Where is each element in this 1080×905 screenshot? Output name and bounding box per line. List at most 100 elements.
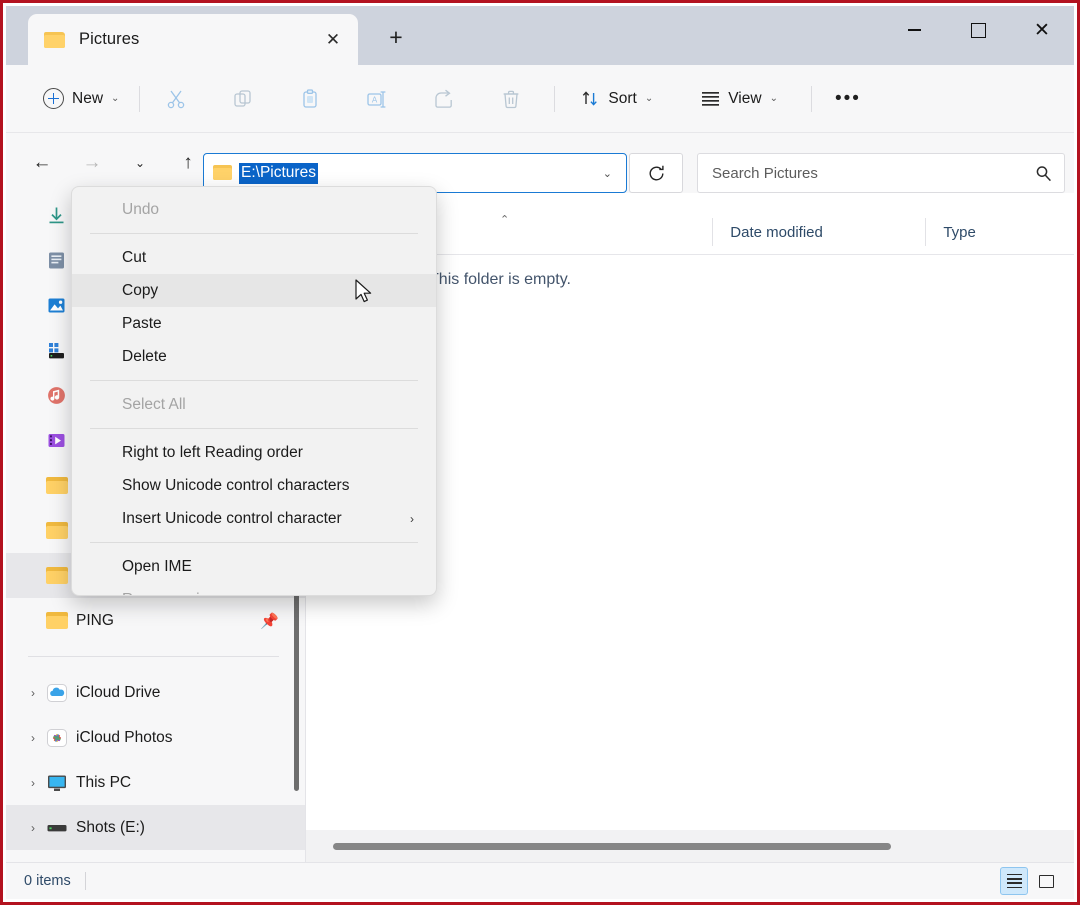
menu-item-paste[interactable]: Paste	[72, 307, 436, 340]
close-icon[interactable]: ✕	[1010, 6, 1074, 54]
chevron-down-icon: ⌄	[111, 93, 120, 104]
this-pc-icon	[46, 773, 76, 793]
chevron-right-icon[interactable]: ›	[20, 686, 46, 700]
delete-icon[interactable]	[490, 79, 532, 119]
folder-icon	[44, 31, 65, 48]
horizontal-scrollbar[interactable]	[306, 830, 1074, 862]
sidebar-item-label: PING	[76, 611, 114, 629]
menu-item-delete[interactable]: Delete	[72, 340, 436, 373]
forward-button[interactable]: →	[75, 146, 109, 180]
pin-icon[interactable]: 📌	[260, 612, 279, 630]
details-view-icon	[1006, 873, 1022, 889]
chevron-down-icon: ⌄	[769, 93, 778, 104]
view-toggle-group	[1000, 867, 1060, 895]
menu-separator	[90, 542, 418, 543]
copy-icon[interactable]	[222, 79, 264, 119]
recent-locations-button[interactable]: ⌄	[123, 146, 157, 180]
item-count-label: 0 items	[24, 872, 86, 890]
refresh-icon	[649, 165, 664, 180]
divider	[139, 85, 141, 112]
menu-item-show-unicode-control-characters[interactable]: Show Unicode control characters	[72, 469, 436, 502]
search-icon[interactable]	[1035, 165, 1052, 182]
divider	[28, 656, 279, 657]
sidebar-item-this-pc[interactable]: › This PC	[6, 760, 305, 805]
sort-button-label: Sort	[608, 89, 637, 107]
context-menu[interactable]: Undo Cut Copy Paste Delete Select All Ri…	[71, 186, 437, 596]
folder-icon	[213, 165, 232, 181]
rename-icon[interactable]: A	[356, 79, 398, 119]
column-header-label: Date modified	[730, 223, 823, 241]
search-box[interactable]: Search Pictures	[697, 153, 1065, 193]
window-controls: ✕	[882, 6, 1074, 54]
status-bar: 0 items	[6, 862, 1074, 899]
large-icons-view-button[interactable]	[1032, 867, 1060, 895]
chevron-right-icon[interactable]: ›	[20, 731, 46, 745]
maximize-icon[interactable]	[946, 6, 1010, 54]
share-icon[interactable]	[423, 79, 465, 119]
menu-item-undo[interactable]: Undo	[72, 193, 436, 226]
chevron-right-icon[interactable]: ›	[20, 821, 46, 835]
sidebar-item-shots-e[interactable]: › Shots (E:)	[6, 805, 305, 850]
menu-item-label: Select All	[122, 395, 186, 413]
column-header-type[interactable]: Type	[925, 210, 1074, 254]
title-bar: Pictures ✕ + ✕	[6, 6, 1074, 65]
plus-icon	[43, 88, 64, 109]
up-button[interactable]: ↑	[171, 146, 205, 180]
chevron-down-icon[interactable]: ⌄	[603, 167, 618, 180]
chevron-right-icon[interactable]: ›	[20, 776, 46, 790]
menu-item-select-all[interactable]: Select All	[72, 388, 436, 421]
address-input[interactable]: E:\Pictures	[239, 162, 318, 184]
menu-item-label: Reconversion	[122, 591, 217, 596]
sidebar-item-icloud-drive[interactable]: › iCloud Drive	[6, 670, 305, 715]
icloud-photos-icon	[46, 727, 76, 749]
back-button[interactable]: ←	[25, 146, 59, 180]
menu-item-label: Insert Unicode control character	[122, 509, 342, 527]
menu-item-label: Show Unicode control characters	[122, 476, 350, 494]
sidebar-item-label: iCloud Drive	[76, 683, 161, 701]
search-input[interactable]: Search Pictures	[712, 165, 1035, 182]
menu-item-label: Undo	[122, 200, 160, 218]
column-header-label: Type	[943, 223, 976, 241]
drive-icon	[46, 821, 76, 835]
menu-item-insert-unicode-control-character[interactable]: Insert Unicode control character ›	[72, 502, 436, 535]
more-options-button[interactable]: •••	[827, 79, 869, 119]
sidebar-item-label: Shots (E:)	[76, 818, 145, 836]
file-explorer-window: Pictures ✕ + ✕ New ⌄ A Sort ⌄ View ⌄ •••…	[0, 0, 1080, 905]
details-view-button[interactable]	[1000, 867, 1028, 895]
menu-separator	[90, 428, 418, 429]
close-icon[interactable]: ✕	[318, 25, 348, 55]
cut-icon[interactable]	[155, 79, 197, 119]
menu-item-open-ime[interactable]: Open IME	[72, 550, 436, 583]
menu-item-label: Copy	[122, 281, 159, 299]
divider	[554, 85, 556, 112]
menu-item-right-to-left-reading-order[interactable]: Right to left Reading order	[72, 436, 436, 469]
view-button-label: View	[728, 89, 762, 107]
tab-label: Pictures	[79, 30, 140, 48]
menu-separator	[90, 380, 418, 381]
minimize-icon[interactable]	[882, 6, 946, 54]
new-button[interactable]: New ⌄	[32, 79, 130, 119]
sidebar-item-icloud-photos[interactable]: › iCloud Photos	[6, 715, 305, 760]
menu-separator	[90, 233, 418, 234]
refresh-button[interactable]	[629, 153, 683, 193]
menu-item-reconversion[interactable]: Reconversion	[72, 583, 436, 596]
tab-pictures[interactable]: Pictures ✕	[28, 14, 358, 65]
menu-item-cut[interactable]: Cut	[72, 241, 436, 274]
chevron-down-icon: ⌄	[644, 93, 654, 104]
menu-item-label: Right to left Reading order	[122, 443, 303, 461]
sort-ascending-icon: ⌃	[500, 214, 510, 226]
icloud-drive-icon	[46, 682, 76, 704]
view-button[interactable]: View ⌄	[690, 79, 789, 119]
column-header-date-modified[interactable]: Date modified	[712, 210, 925, 254]
new-button-label: New	[72, 89, 104, 107]
menu-item-label: Open IME	[122, 557, 192, 575]
sidebar-item-label: iCloud Photos	[76, 728, 173, 746]
sidebar-item-ping[interactable]: PING 📌	[6, 598, 305, 643]
menu-item-copy[interactable]: Copy	[72, 274, 436, 307]
command-bar: New ⌄ A Sort ⌄ View ⌄ •••	[6, 65, 1074, 133]
sort-button[interactable]: Sort ⌄	[570, 79, 664, 119]
menu-item-label: Delete	[122, 347, 167, 365]
new-tab-button[interactable]: +	[376, 20, 416, 54]
paste-icon[interactable]	[289, 79, 331, 119]
scrollbar-thumb[interactable]	[333, 842, 891, 850]
